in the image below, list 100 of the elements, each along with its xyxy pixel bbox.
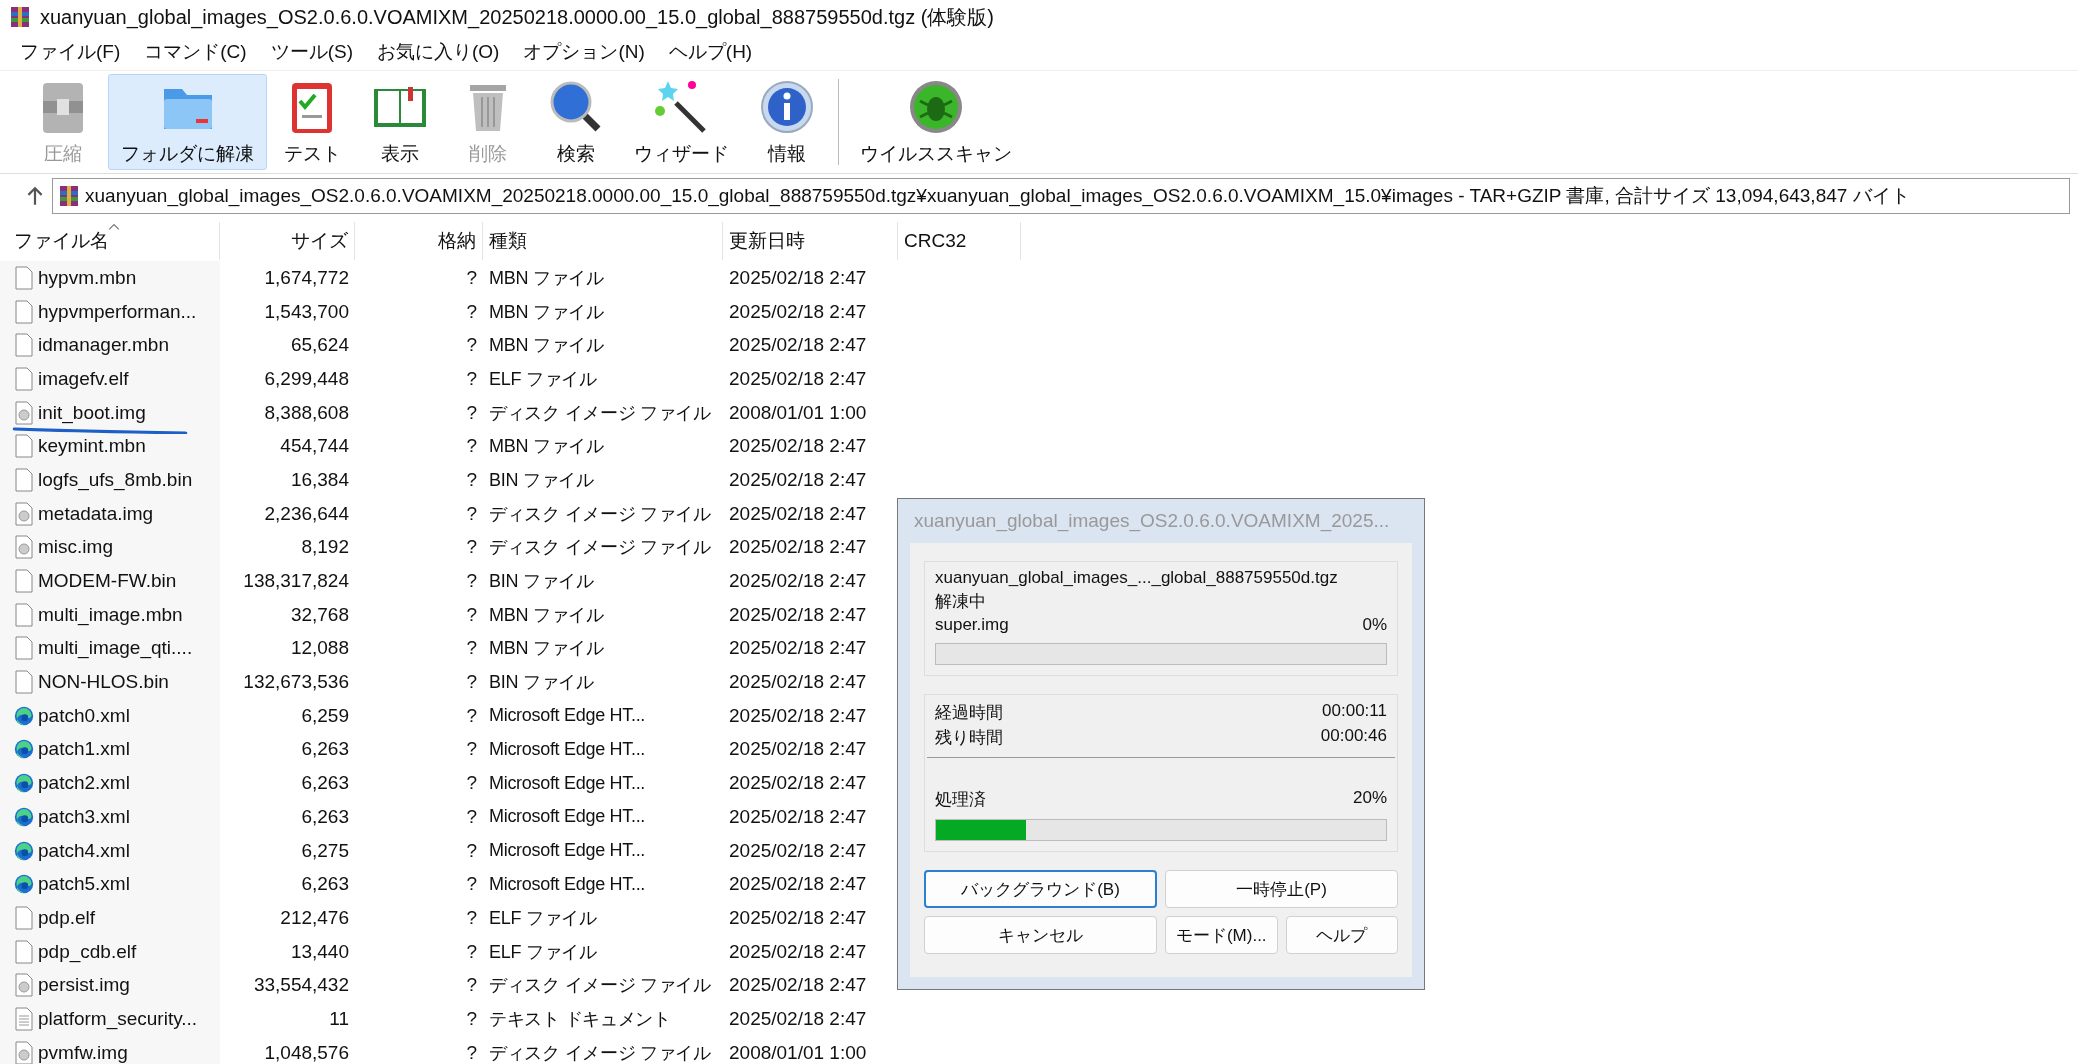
column-header[interactable]: 格納: [355, 222, 483, 260]
elapsed-time: 00:00:11: [1322, 701, 1387, 722]
file-icon: [14, 670, 34, 695]
file-icon: [14, 905, 34, 930]
table-cell: 2025/02/18 2:47: [729, 367, 867, 390]
table-cell-text: ディスク イメージ ファイル: [489, 536, 711, 560]
table-cell-text: MBN ファイル: [489, 266, 604, 290]
table-cell: 2025/02/18 2:47: [729, 805, 867, 828]
file-icon: [14, 467, 34, 492]
address-field[interactable]: xuanyuan_global_images_OS2.0.6.0.VOAMIXM_20250218.0000.00_15.0_global_888759550d.tgz¥xuanyuan_global_images_OS2.0.6.0.VOAMIXM_15.0¥images - TAR+GZIP 書庫, 合計サイズ 13,094,643,847 バイト: [52, 178, 2070, 214]
menu-item[interactable]: ファイル(F): [10, 37, 131, 67]
remaining-time: 00:00:46: [1320, 726, 1387, 747]
table-cell: 2025/02/18 2:47: [729, 300, 867, 323]
table-cell: 13,440: [290, 940, 349, 963]
file-icon: [14, 299, 34, 324]
table-cell: ?: [466, 435, 477, 458]
table-cell: ?: [466, 704, 477, 727]
disc-file-icon: [14, 501, 34, 526]
table-cell: Microsoft Edge HT...: [489, 873, 646, 895]
table-cell: ?: [466, 334, 477, 357]
table-cell-text: ELF ファイル: [489, 367, 597, 391]
table-cell: 2025/02/18 2:47: [729, 637, 867, 660]
toolbar-button[interactable]: フォルダに解凍: [108, 74, 267, 170]
dialog-button[interactable]: モード(M)...: [1165, 916, 1278, 954]
table-cell: 12,088: [290, 637, 349, 660]
table-cell: ?: [466, 1041, 477, 1064]
table-cell: 2025/02/18 2:47: [729, 671, 867, 694]
table-cell: 16,384: [290, 468, 349, 491]
toolbar-button[interactable]: 情報: [744, 74, 830, 170]
table-cell-text: ディスク イメージ ファイル: [489, 1041, 711, 1064]
table-cell: 6,275: [301, 839, 349, 862]
table-cell: ?: [466, 536, 477, 559]
dialog-button[interactable]: キャンセル: [924, 916, 1157, 954]
toolbar-button[interactable]: 検索: [533, 74, 619, 170]
table-cell: 2025/02/18 2:47: [729, 1007, 867, 1030]
table-cell: 33,554,432: [253, 974, 349, 997]
table-cell: ?: [466, 738, 477, 761]
table-cell: Microsoft Edge HT...: [489, 705, 646, 727]
column-header[interactable]: ファイル名: [0, 222, 220, 260]
dialog-title: xuanyuan_global_images_OS2.0.6.0.VOAMIXM_2025...: [913, 509, 1391, 534]
status-text: 解凍中: [935, 591, 987, 613]
table-cell: ?: [466, 367, 477, 390]
table-cell: ?: [466, 805, 477, 828]
file-icon: [14, 333, 34, 358]
toolbar-button[interactable]: 表示: [357, 74, 443, 170]
menu-item[interactable]: お気に入り(O): [367, 37, 510, 67]
table-cell-text: ELF ファイル: [489, 906, 597, 930]
table-cell-text: MBN ファイル: [489, 435, 604, 459]
table-cell: ?: [466, 401, 477, 424]
table-cell: ?: [466, 839, 477, 862]
table-cell: 2025/02/18 2:47: [729, 536, 867, 559]
dialog-button[interactable]: バックグラウンド(B): [924, 870, 1157, 908]
table-cell: 138,317,824: [243, 570, 349, 593]
file-icon: [14, 602, 34, 627]
table-cell: 6,263: [301, 772, 349, 795]
table-cell: Microsoft Edge HT...: [489, 806, 646, 828]
table-cell: ?: [466, 468, 477, 491]
column-header[interactable]: サイズ: [220, 222, 355, 260]
table-cell: 2,236,644: [264, 502, 349, 525]
table-cell: ?: [466, 502, 477, 525]
table-cell: 1,674,772: [264, 266, 349, 289]
column-header[interactable]: 更新日時: [723, 222, 898, 260]
table-cell: ?: [466, 873, 477, 896]
table-cell: 132,673,536: [243, 671, 349, 694]
file-icon: [14, 265, 34, 290]
table-cell: ?: [466, 570, 477, 593]
table-cell: Microsoft Edge HT...: [489, 772, 646, 794]
column-header[interactable]: 種類: [483, 222, 723, 260]
file-icon: [14, 366, 34, 391]
file-name[interactable]: pdp.elf: [38, 906, 96, 929]
menu-item[interactable]: オプション(N): [513, 37, 655, 67]
table-cell: 454,744: [280, 435, 349, 458]
table-cell-text: MBN ファイル: [489, 300, 604, 324]
table-cell: ?: [466, 940, 477, 963]
table-cell: ?: [466, 1007, 477, 1030]
toolbar-button[interactable]: ウイルススキャン: [847, 74, 1025, 170]
table-cell: ?: [466, 974, 477, 997]
table-cell: ?: [466, 300, 477, 323]
column-header[interactable]: CRC32: [898, 222, 1021, 260]
table-cell: ?: [466, 637, 477, 660]
table-cell: Microsoft Edge HT...: [489, 738, 646, 760]
menu-item[interactable]: コマンド(C): [134, 37, 257, 67]
window-title: xuanyuan_global_images_OS2.0.6.0.VOAMIXM_20250218.0000.00_15.0_global_888759550d.tgz (体験版): [40, 4, 994, 31]
menu-item[interactable]: ツール(S): [260, 37, 363, 67]
file-icon: [14, 434, 34, 459]
table-cell: 2025/02/18 2:47: [729, 435, 867, 458]
toolbar-button[interactable]: ウィザード: [621, 74, 742, 170]
table-cell: 6,263: [301, 738, 349, 761]
menu-item[interactable]: ヘルプ(H): [658, 37, 763, 67]
table-cell: 2008/01/01 1:00: [729, 1041, 867, 1064]
toolbar-button[interactable]: テスト: [269, 74, 355, 170]
table-cell: 2025/02/18 2:47: [729, 873, 867, 896]
dialog-button[interactable]: ヘルプ: [1285, 916, 1398, 954]
table-cell: ?: [466, 266, 477, 289]
percent-text: 0%: [1362, 615, 1387, 635]
table-cell: 8,388,608: [264, 401, 349, 424]
table-cell-text: ディスク イメージ ファイル: [489, 401, 711, 425]
disc-file-icon: [14, 400, 34, 425]
table-cell: 32,768: [290, 603, 349, 626]
dialog-button[interactable]: 一時停止(P): [1165, 870, 1398, 908]
